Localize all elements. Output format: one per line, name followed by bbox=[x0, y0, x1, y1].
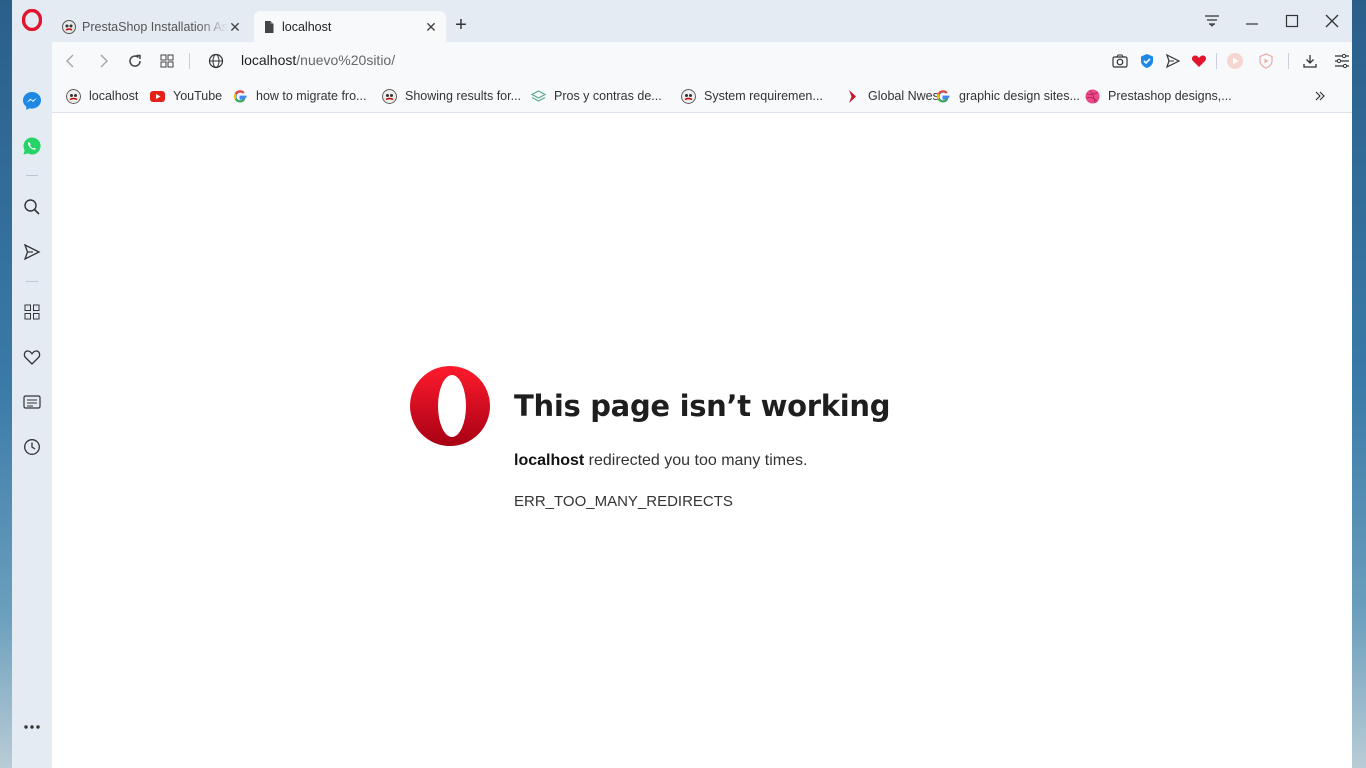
bookmark-label: Showing results for... bbox=[405, 89, 522, 103]
desktop-background-left bbox=[0, 0, 12, 768]
bookmark-youtube[interactable]: YouTube bbox=[150, 86, 222, 106]
bookmark-pros-contras[interactable]: Pros y contras de... bbox=[531, 86, 662, 106]
divider bbox=[1288, 53, 1289, 69]
tab-tiles-button[interactable] bbox=[157, 51, 177, 71]
bookmark-label: Pros y contras de... bbox=[554, 89, 662, 103]
close-tab-icon[interactable]: ✕ bbox=[424, 20, 438, 34]
google-icon bbox=[233, 89, 247, 102]
bookmark-label: localhost bbox=[89, 89, 139, 103]
video-popout-icon[interactable] bbox=[1226, 52, 1244, 70]
easy-setup-icon[interactable] bbox=[1333, 52, 1351, 70]
address-bar-row: localhost/nuevo%20sitio/ bbox=[52, 42, 1352, 80]
reload-button[interactable] bbox=[125, 51, 145, 71]
page-content: This page isn’t working localhost redire… bbox=[52, 113, 1352, 768]
bookmark-label: how to migrate fro... bbox=[256, 89, 367, 103]
chevron-left-icon bbox=[65, 54, 74, 68]
close-tab-icon[interactable]: ✕ bbox=[228, 20, 242, 34]
minimize-icon[interactable] bbox=[1239, 8, 1265, 34]
bookmark-label: System requiremen... bbox=[704, 89, 823, 103]
url-host: localhost bbox=[241, 52, 297, 68]
error-code: ERR_TOO_MANY_REDIRECTS bbox=[514, 493, 733, 510]
more-options-icon[interactable] bbox=[22, 717, 42, 737]
sidebar bbox=[12, 42, 52, 768]
prestashop-icon bbox=[681, 88, 696, 104]
download-icon[interactable] bbox=[1301, 52, 1319, 70]
dribbble-icon bbox=[1085, 89, 1100, 103]
red-arrow-icon bbox=[849, 89, 856, 103]
bookmark-system-requirements[interactable]: System requiremen... bbox=[681, 86, 823, 106]
error-message: redirected you too many times. bbox=[584, 452, 808, 469]
divider bbox=[1216, 53, 1217, 69]
snapshot-icon[interactable] bbox=[1111, 52, 1129, 70]
new-tab-button[interactable]: + bbox=[452, 15, 470, 35]
prestashop-icon bbox=[66, 88, 81, 104]
send-icon[interactable] bbox=[1164, 52, 1182, 70]
layers-icon bbox=[531, 89, 546, 102]
maximize-icon[interactable] bbox=[1279, 8, 1305, 34]
prestashop-favicon-icon bbox=[62, 19, 76, 34]
site-info-button[interactable] bbox=[206, 51, 226, 71]
whatsapp-icon[interactable] bbox=[22, 136, 42, 156]
forward-button[interactable] bbox=[93, 51, 113, 71]
back-button[interactable] bbox=[61, 51, 81, 71]
bookmark-localhost[interactable]: localhost bbox=[66, 86, 138, 106]
tab-label: localhost bbox=[282, 19, 332, 34]
bookmark-prestashop-designs[interactable]: Prestashop designs,... bbox=[1085, 86, 1232, 106]
tab-prestashop[interactable]: PrestaShop Installation Assistant ✕ bbox=[54, 11, 250, 42]
globe-icon bbox=[208, 53, 224, 69]
adblock-shield-icon[interactable] bbox=[1257, 52, 1275, 70]
chevron-right-icon bbox=[100, 54, 109, 68]
bookmark-google-migrate[interactable]: how to migrate fro... bbox=[233, 86, 366, 106]
bookmark-label: YouTube bbox=[173, 89, 223, 103]
opera-logo-icon bbox=[410, 366, 490, 446]
tab-bar: PrestaShop Installation Assistant ✕ loca… bbox=[12, 0, 1352, 42]
vpn-shield-icon[interactable] bbox=[1138, 52, 1156, 70]
bookmark-label: Global Nwes bbox=[868, 89, 939, 103]
messenger-icon[interactable] bbox=[22, 91, 42, 111]
bookmark-label: graphic design sites... bbox=[959, 89, 1080, 103]
bookmark-graphic-design[interactable]: graphic design sites... bbox=[936, 86, 1080, 106]
tab-localhost[interactable]: localhost ✕ bbox=[254, 11, 446, 42]
close-window-icon[interactable] bbox=[1319, 8, 1345, 34]
more-bookmarks-icon[interactable] bbox=[1314, 86, 1326, 106]
browser-window: PrestaShop Installation Assistant ✕ loca… bbox=[12, 0, 1352, 768]
error-host: localhost bbox=[514, 452, 585, 469]
bookmark-label: Prestashop designs,... bbox=[1108, 89, 1232, 103]
bookmark-showing-results[interactable]: Showing results for... bbox=[382, 86, 521, 106]
grid-icon bbox=[160, 54, 174, 68]
prestashop-icon bbox=[382, 88, 397, 104]
sidebar-divider bbox=[26, 281, 38, 282]
tab-label: PrestaShop Installation Assistant bbox=[82, 19, 228, 34]
youtube-icon bbox=[150, 90, 165, 102]
bookmarks-bar: localhost YouTube how to migrate fro... … bbox=[52, 80, 1352, 113]
document-icon bbox=[265, 20, 274, 33]
error-title: This page isn’t working bbox=[514, 389, 891, 423]
flow-send-icon[interactable] bbox=[22, 242, 42, 262]
bookmarks-heart-icon[interactable] bbox=[22, 347, 42, 367]
reload-icon bbox=[129, 54, 141, 67]
opera-menu-icon[interactable] bbox=[22, 9, 42, 31]
heart-icon[interactable] bbox=[1190, 52, 1208, 70]
error-description: localhost redirected you too many times. bbox=[514, 452, 807, 470]
search-icon[interactable] bbox=[22, 197, 42, 217]
tab-menu-icon[interactable] bbox=[1199, 8, 1225, 34]
url-path: /nuevo%20sitio/ bbox=[296, 52, 396, 68]
history-clock-icon[interactable] bbox=[22, 437, 42, 457]
bookmark-global-news[interactable]: Global Nwes bbox=[845, 86, 939, 106]
personal-news-icon[interactable] bbox=[22, 392, 42, 412]
google-icon bbox=[936, 89, 950, 102]
sidebar-divider bbox=[26, 175, 38, 176]
speed-dial-icon[interactable] bbox=[22, 302, 42, 322]
desktop-background-right bbox=[1352, 0, 1366, 768]
divider bbox=[189, 53, 190, 69]
url-field[interactable]: localhost/nuevo%20sitio/ bbox=[241, 52, 395, 68]
